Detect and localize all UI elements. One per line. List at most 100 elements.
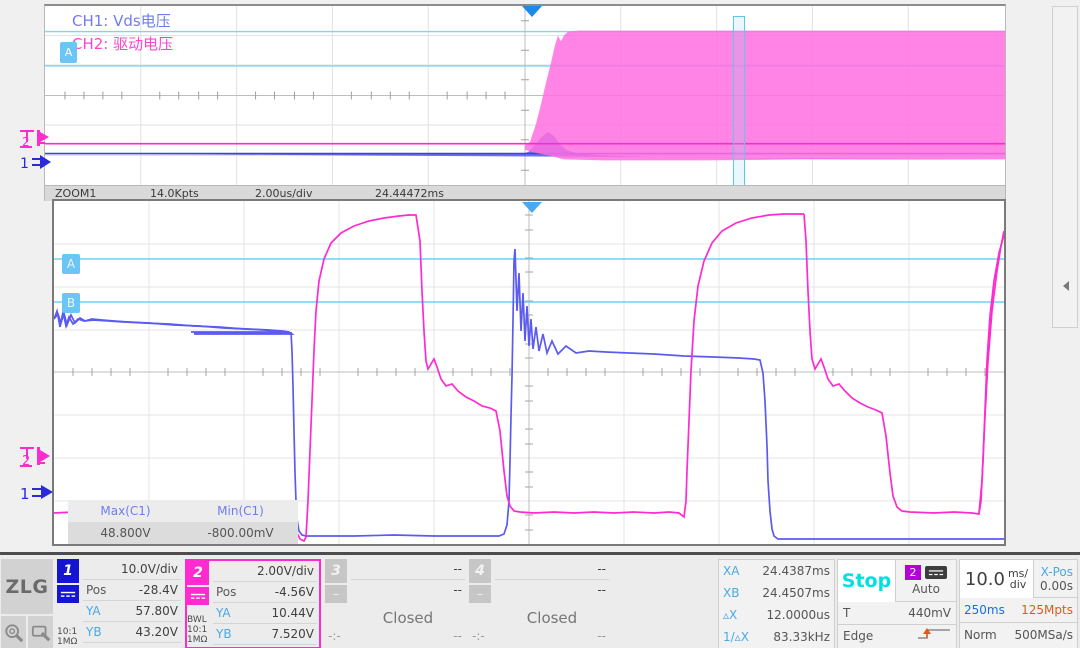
channel-1-ya-label: YA <box>86 604 101 618</box>
overview-cursor-a-badge[interactable]: A <box>60 42 77 63</box>
rising-edge-icon <box>918 628 950 639</box>
channel-2-coupling-icon[interactable] <box>187 587 209 605</box>
channel-3-info-card[interactable]: 3 – -- -- Closed -:- -- <box>325 559 467 648</box>
timebase-xpos-cell[interactable]: X-Pos 0.00s <box>1034 560 1077 597</box>
zoom-tool-button[interactable] <box>1 616 26 648</box>
cursor-a-badge[interactable]: A <box>62 254 80 274</box>
cursor-xa-value: 24.4387ms <box>762 564 830 578</box>
trigger-mode[interactable]: Auto <box>912 581 940 597</box>
cursor-freq-value: 83.33kHz <box>773 630 830 644</box>
trigger-top-row: Stop 2 Auto <box>838 560 956 602</box>
channel-4-pos-value: -- <box>597 583 606 597</box>
zoom-grid-and-waveforms <box>54 201 1004 544</box>
trigger-coupling-icon[interactable] <box>925 566 947 579</box>
cursor-xb-value: 24.4507ms <box>762 586 830 600</box>
channel-3-pos-value: -- <box>453 583 462 597</box>
svg-text:1: 1 <box>20 156 29 172</box>
trigger-source-cell[interactable]: 2 Auto <box>896 560 956 601</box>
channel-3-values: -- -- <box>351 559 465 601</box>
trigger-down-arrow-icon-zoom <box>522 202 542 213</box>
channel-1-ya-value: 57.80V <box>135 604 178 618</box>
channel-1-probe-ratio: 10:1 <box>57 627 78 637</box>
trigger-source-badge[interactable]: 2 <box>905 565 921 580</box>
channel-4-dash-row: -:- -- <box>469 626 609 647</box>
channel-1-badge[interactable]: 1 <box>57 559 79 583</box>
dc-coupling-icon <box>60 591 76 597</box>
timebase-scale-cell[interactable]: 10.0 ms/ div <box>960 560 1034 598</box>
channel-1-pos-row: Pos -28.4V <box>83 580 181 601</box>
zoom-waveform-pane[interactable]: A B <box>52 199 1006 546</box>
channel-position-markers-zoom[interactable]: 2 1 <box>18 445 62 507</box>
channel-1-dy-value: 14.60V <box>135 643 178 648</box>
channel-3-badge[interactable]: 3 <box>325 559 347 583</box>
channel-2-yb-value: 7.520V <box>271 627 314 641</box>
run-stop-button[interactable]: Stop <box>838 560 896 602</box>
trigger-position-marker-overview[interactable] <box>521 3 543 17</box>
channel-4-coupling-icon[interactable]: – <box>469 585 491 603</box>
measurement-table[interactable]: Max(C1) Min(C1) 48.800V -800.00mV <box>68 500 298 544</box>
channel-4-dash-right: -- <box>597 629 606 643</box>
channel-1-dy-row: ▵Y 14.60V <box>83 643 181 648</box>
channel-1-yb-value: 43.20V <box>135 625 178 639</box>
position-marker-icons-zoom: 2 1 <box>20 447 53 503</box>
cursor-dx-value: 12.0000us <box>766 608 830 622</box>
trigger-settings-box[interactable]: Stop 2 Auto T 440mV Edge <box>837 559 957 648</box>
overview-grid-and-waveforms <box>45 6 1005 185</box>
channel-3-coupling-icon[interactable]: – <box>325 585 347 603</box>
zoom-window-marker[interactable] <box>733 16 745 185</box>
bottom-status-bar: ZLG 1 10:1 1MΩ 10.0V/div Pos -28.4V YA 5… <box>0 552 1080 648</box>
ch2-annotation-label: CH2: 驱动电压 <box>72 35 174 53</box>
channel-position-markers-overview[interactable]: 2 1 <box>18 128 62 176</box>
measurement-value-min: -800.00mV <box>207 526 274 540</box>
minus-icon-ch4: – <box>476 586 484 602</box>
scope-display-area: CH1: Vds电压 CH2: 驱动电压 A 2 1 ZOOM1 14.0Kpt… <box>0 0 1046 550</box>
channel-4-badge[interactable]: 4 <box>469 559 491 583</box>
measurement-header-min: Min(C1) <box>217 504 264 518</box>
channel-2-pos-label: Pos <box>216 585 237 599</box>
chevron-left-icon <box>1063 281 1069 291</box>
trigger-type[interactable]: Edge <box>843 625 873 648</box>
channel-1-scale-row: 10.0V/div <box>83 559 181 580</box>
channel-1-ya-row: YA 57.80V <box>83 601 181 622</box>
channel-3-dash-row: -:- -- <box>325 626 465 647</box>
overview-waveform-pane[interactable] <box>44 4 1006 186</box>
timebase-memory-row: 250ms 125Mpts <box>960 598 1077 623</box>
cursor-xa-row: XA 24.4387ms <box>719 560 834 582</box>
channel-1-info-card[interactable]: 1 10:1 1MΩ 10.0V/div Pos -28.4V YA 57.80… <box>57 559 183 648</box>
channel-3-dash-left: -:- <box>328 629 341 643</box>
channel-1-pos-label: Pos <box>86 583 107 597</box>
xpos-label: X-Pos <box>1040 564 1073 579</box>
cursor-xb-row: XB 24.4507ms <box>719 582 834 604</box>
channel-2-scale: 2.00V/div <box>256 564 314 578</box>
oscilloscope-app: CH1: Vds电压 CH2: 驱动电压 A 2 1 ZOOM1 14.0Kpt… <box>0 0 1080 648</box>
panel-collapse-icon[interactable] <box>1061 277 1071 291</box>
measurement-value-max: 48.800V <box>100 526 151 540</box>
channel-3-dash-right: -- <box>453 629 462 643</box>
channel-4-pos-row: -- <box>495 580 609 601</box>
channel-2-probe-ratio: 10:1 <box>187 625 208 635</box>
channel-1-scale: 10.0V/div <box>120 562 178 576</box>
cursor-freq-row: 1/▵X 83.33kHz <box>719 626 834 648</box>
cursor-measurement-box[interactable]: XA 24.4387ms XB 24.4507ms ▵X 12.0000us 1… <box>718 559 835 648</box>
channel-2-ya-value: 10.44V <box>271 606 314 620</box>
screen-capture-icon <box>31 625 50 642</box>
position-marker-icons-overview: 2 1 <box>20 130 51 172</box>
dc-coupling-icon-ch2 <box>190 593 206 599</box>
trigger-slope-icon[interactable] <box>917 625 951 648</box>
right-side-panel[interactable] <box>1052 6 1078 328</box>
ch2-overview-trace <box>525 30 1005 161</box>
channel-2-probe-info: BWL 10:1 1MΩ <box>187 615 211 645</box>
screen-capture-button[interactable] <box>28 616 53 648</box>
trigger-position-marker-zoom[interactable] <box>521 199 543 213</box>
channel-2-yb-label: YB <box>216 627 232 641</box>
channel-2-badge[interactable]: 2 <box>187 561 209 585</box>
channel-1-coupling-icon[interactable] <box>57 585 79 603</box>
channel-2-scale-row: 2.00V/div <box>213 561 317 582</box>
channel-2-info-card[interactable]: 2 BWL 10:1 1MΩ 2.00V/div Pos -4.56V YA 1… <box>185 559 321 648</box>
channel-3-scale-row: -- <box>351 559 465 580</box>
channel-4-info-card[interactable]: 4 – -- -- Closed -:- -- <box>469 559 611 648</box>
cursor-b-badge[interactable]: B <box>62 293 80 313</box>
acquisition-mode[interactable]: Norm <box>964 623 997 648</box>
timebase-settings-box[interactable]: 10.0 ms/ div X-Pos 0.00s 250ms 125Mpts N… <box>959 559 1078 648</box>
channel-1-yb-row: YB 43.20V <box>83 622 181 643</box>
